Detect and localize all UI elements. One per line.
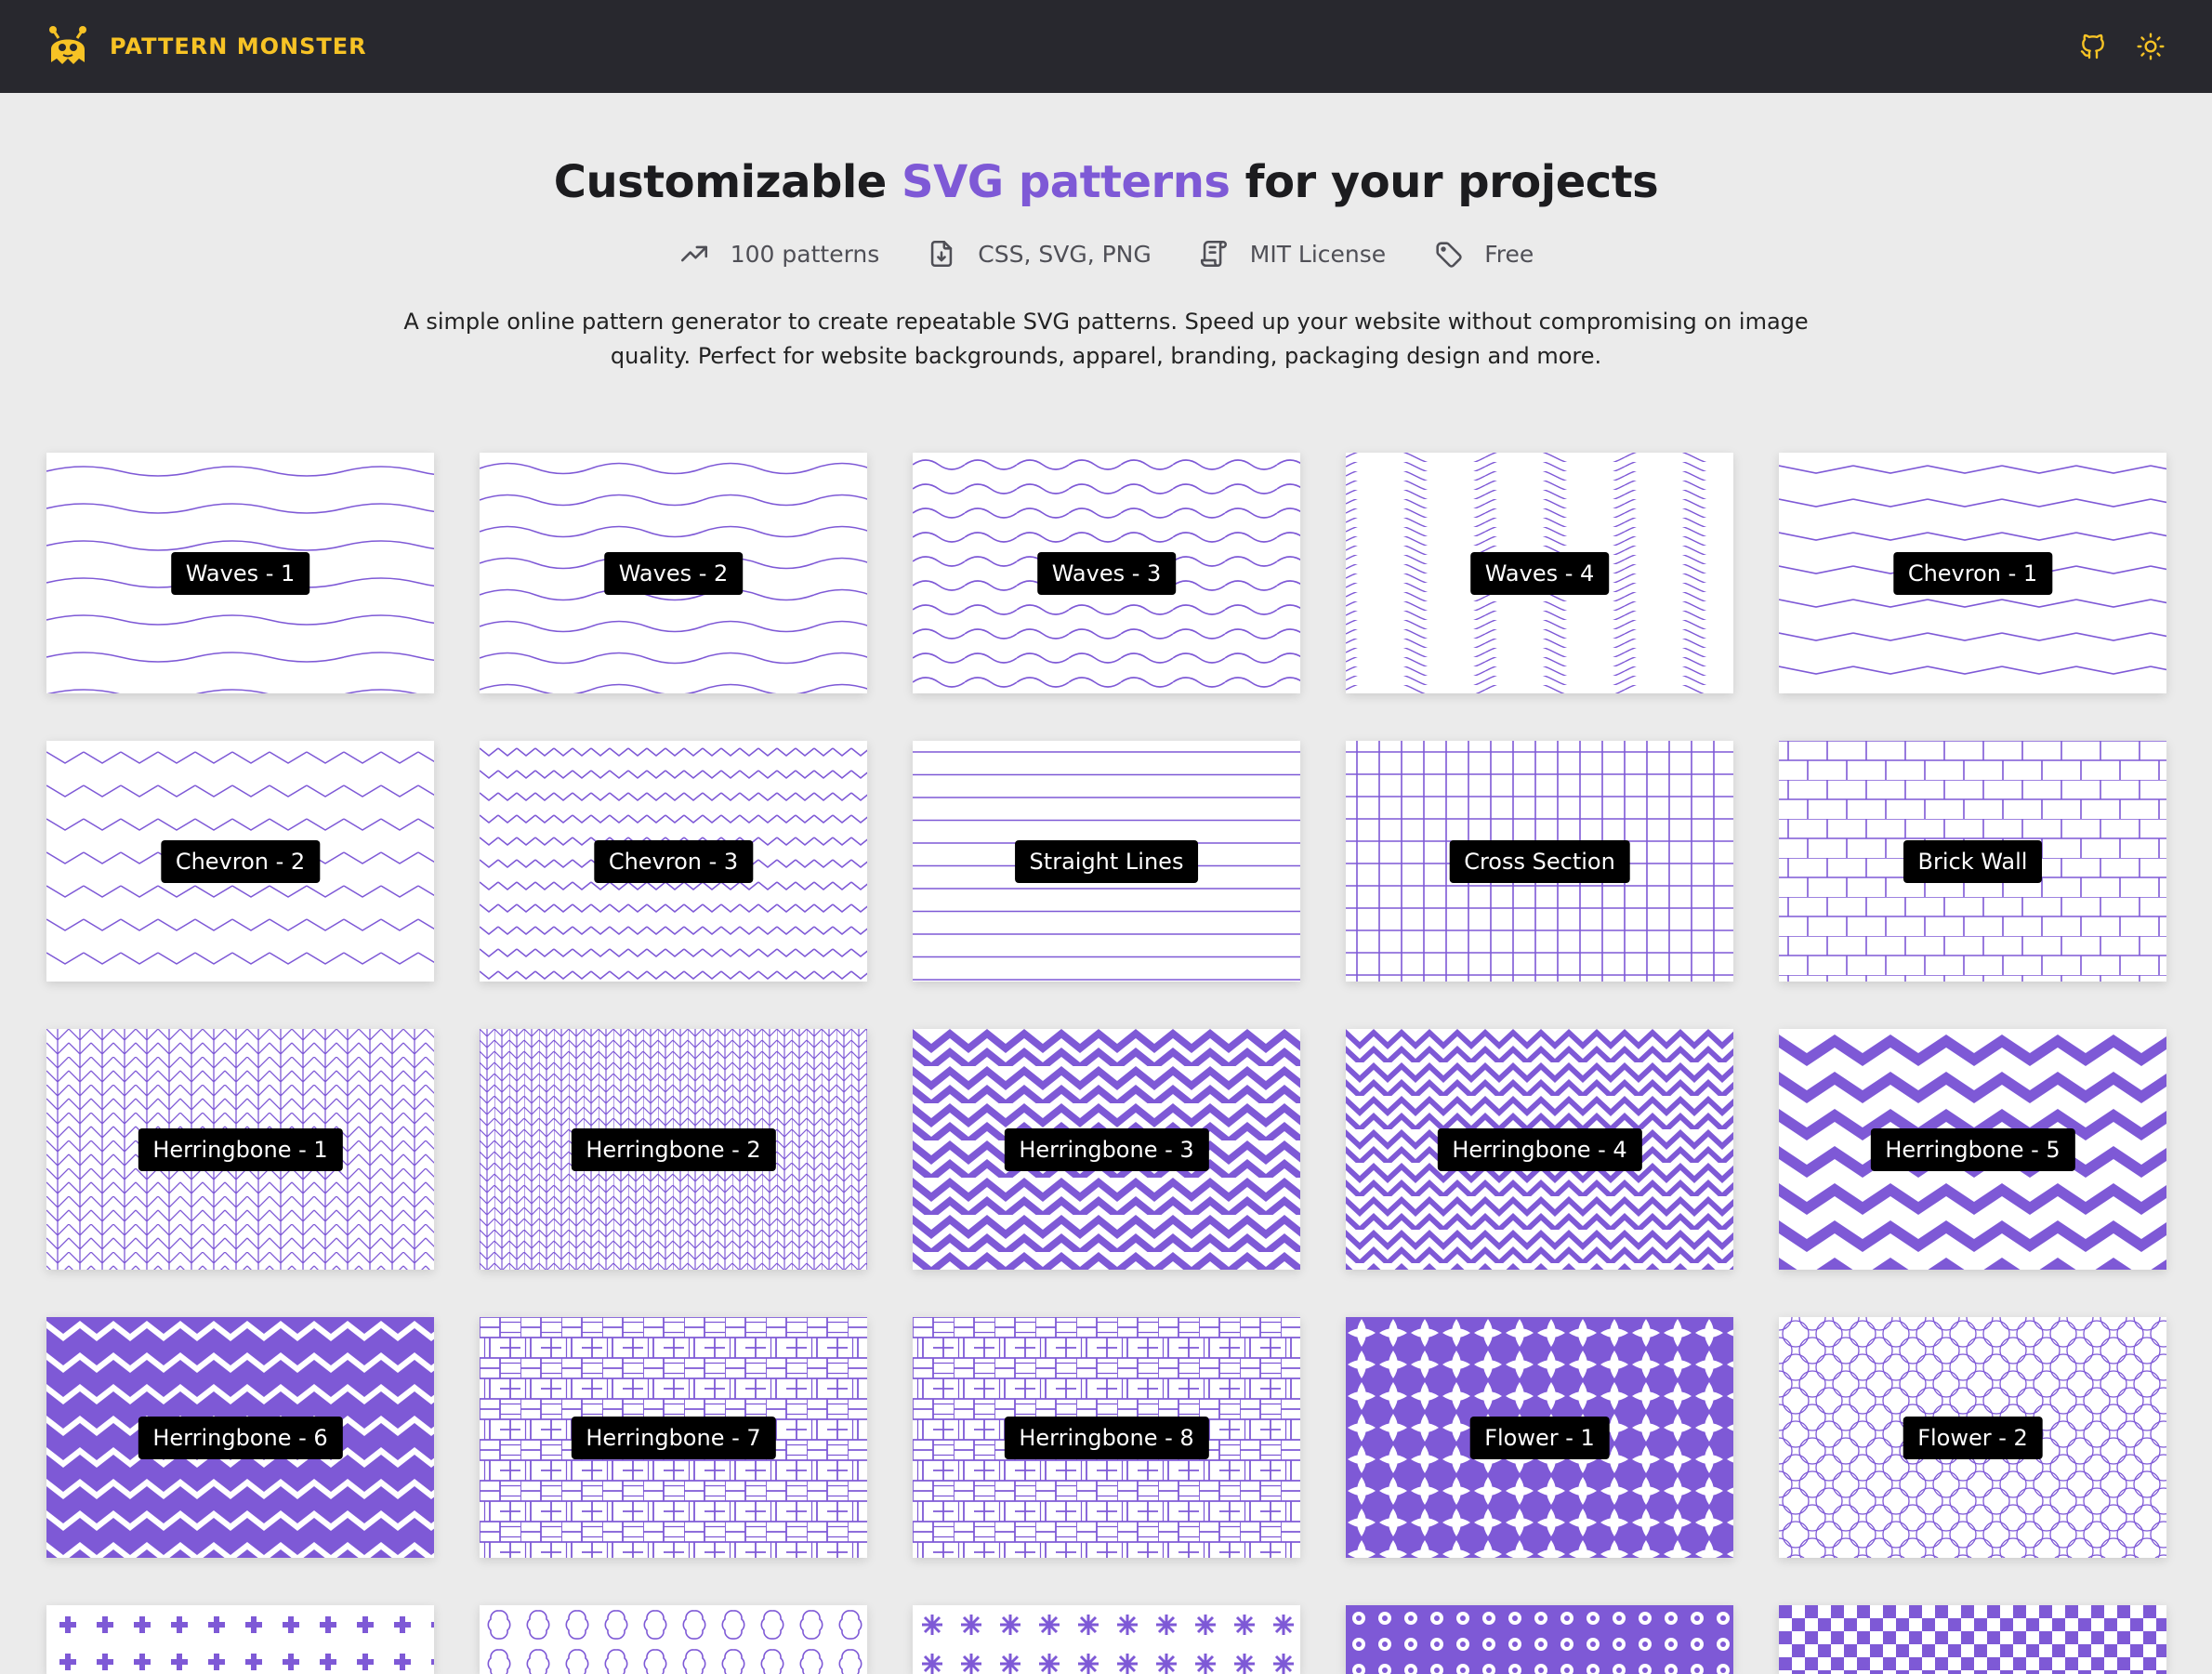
pattern-card-label: Chevron - 1 <box>1892 551 2053 595</box>
pattern-preview-image <box>480 1605 867 1674</box>
tag-icon <box>1436 242 1462 268</box>
pattern-card-label: Herringbone - 8 <box>1004 1416 1209 1459</box>
pattern-card-label: Chevron - 2 <box>160 839 321 883</box>
trending-up-icon <box>680 245 707 262</box>
pattern-card[interactable]: Herringbone - 5 <box>1779 1029 2166 1270</box>
sun-icon[interactable] <box>2134 30 2167 63</box>
pattern-preview-image <box>46 1605 434 1674</box>
pattern-card[interactable] <box>913 1605 1300 1674</box>
pattern-card[interactable]: Chevron - 2 <box>46 741 434 982</box>
pattern-card-label: Herringbone - 1 <box>138 1127 343 1171</box>
feature-patterns-count: 100 patterns <box>678 238 879 270</box>
pattern-card-label: Straight Lines <box>1014 839 1199 883</box>
pattern-card-label: Flower - 1 <box>1469 1416 1610 1459</box>
pattern-grid: Waves - 1 Waves - 2 Waves - 3 Waves - 4 Chev… <box>46 453 2168 1558</box>
pattern-card-label: Herringbone - 4 <box>1437 1127 1642 1171</box>
brand-link[interactable]: PATTERN MONSTER <box>46 25 367 68</box>
pattern-card[interactable]: Chevron - 1 <box>1779 453 2166 693</box>
pattern-card-label: Herringbone - 6 <box>138 1416 343 1459</box>
pattern-card[interactable] <box>46 1605 434 1674</box>
pattern-preview-image <box>913 1605 1300 1674</box>
pattern-preview-image <box>1346 1605 1733 1674</box>
pattern-card[interactable]: Herringbone - 2 <box>480 1029 867 1270</box>
pattern-card[interactable]: Waves - 4 <box>1346 453 1733 693</box>
pattern-card[interactable]: Herringbone - 7 <box>480 1317 867 1558</box>
pattern-card[interactable]: Herringbone - 4 <box>1346 1029 1733 1270</box>
pattern-card[interactable] <box>1346 1605 1733 1674</box>
feature-license: MIT License <box>1198 238 1386 270</box>
pattern-card[interactable]: Waves - 2 <box>480 453 867 693</box>
feature-price: Free <box>1432 238 1534 270</box>
file-download-icon <box>931 240 953 268</box>
feature-list: 100 patterns CSS, SVG, PNG MIT License F… <box>0 238 2212 270</box>
pattern-card-label: Herringbone - 2 <box>571 1127 776 1171</box>
pattern-card-label: Waves - 4 <box>1469 551 1610 595</box>
pattern-card[interactable]: Herringbone - 8 <box>913 1317 1300 1558</box>
pattern-card[interactable]: Chevron - 3 <box>480 741 867 982</box>
hero-section: Customizable SVG patterns for your proje… <box>0 93 2212 374</box>
pattern-card[interactable]: Brick Wall <box>1779 741 2166 982</box>
pattern-preview-image <box>1779 1605 2166 1674</box>
pattern-card[interactable]: Cross Section <box>1346 741 1733 982</box>
top-navbar: PATTERN MONSTER <box>0 0 2212 93</box>
pattern-card[interactable] <box>1779 1605 2166 1674</box>
page-description: A simple online pattern generator to cre… <box>403 309 1809 369</box>
brand-name: PATTERN MONSTER <box>110 33 367 59</box>
monster-logo-icon <box>49 26 86 64</box>
pattern-card[interactable]: Herringbone - 1 <box>46 1029 434 1270</box>
pattern-card-label: Flower - 2 <box>1903 1416 2043 1459</box>
pattern-grid-next-row <box>46 1605 2168 1674</box>
pattern-card[interactable]: Flower - 1 <box>1346 1317 1733 1558</box>
pattern-card-label: Brick Wall <box>1903 839 2043 883</box>
pattern-card[interactable]: Waves - 3 <box>913 453 1300 693</box>
page-title: Customizable SVG patterns for your proje… <box>553 156 1659 208</box>
pattern-card-label: Herringbone - 5 <box>1870 1127 2075 1171</box>
pattern-card-label: Cross Section <box>1449 839 1630 883</box>
pattern-card-label: Herringbone - 7 <box>571 1416 776 1459</box>
pattern-card[interactable]: Waves - 1 <box>46 453 434 693</box>
github-icon[interactable] <box>2076 30 2110 63</box>
pattern-card-label: Chevron - 3 <box>593 839 754 883</box>
license-icon <box>1200 240 1227 268</box>
pattern-card[interactable]: Herringbone - 6 <box>46 1317 434 1558</box>
feature-formats: CSS, SVG, PNG <box>926 238 1152 270</box>
pattern-card-label: Waves - 2 <box>603 551 744 595</box>
pattern-card[interactable]: Flower - 2 <box>1779 1317 2166 1558</box>
pattern-card[interactable] <box>480 1605 867 1674</box>
pattern-card[interactable]: Herringbone - 3 <box>913 1029 1300 1270</box>
pattern-card-label: Waves - 1 <box>170 551 310 595</box>
pattern-card-label: Herringbone - 3 <box>1004 1127 1209 1171</box>
pattern-card-label: Waves - 3 <box>1036 551 1177 595</box>
pattern-card[interactable]: Straight Lines <box>913 741 1300 982</box>
